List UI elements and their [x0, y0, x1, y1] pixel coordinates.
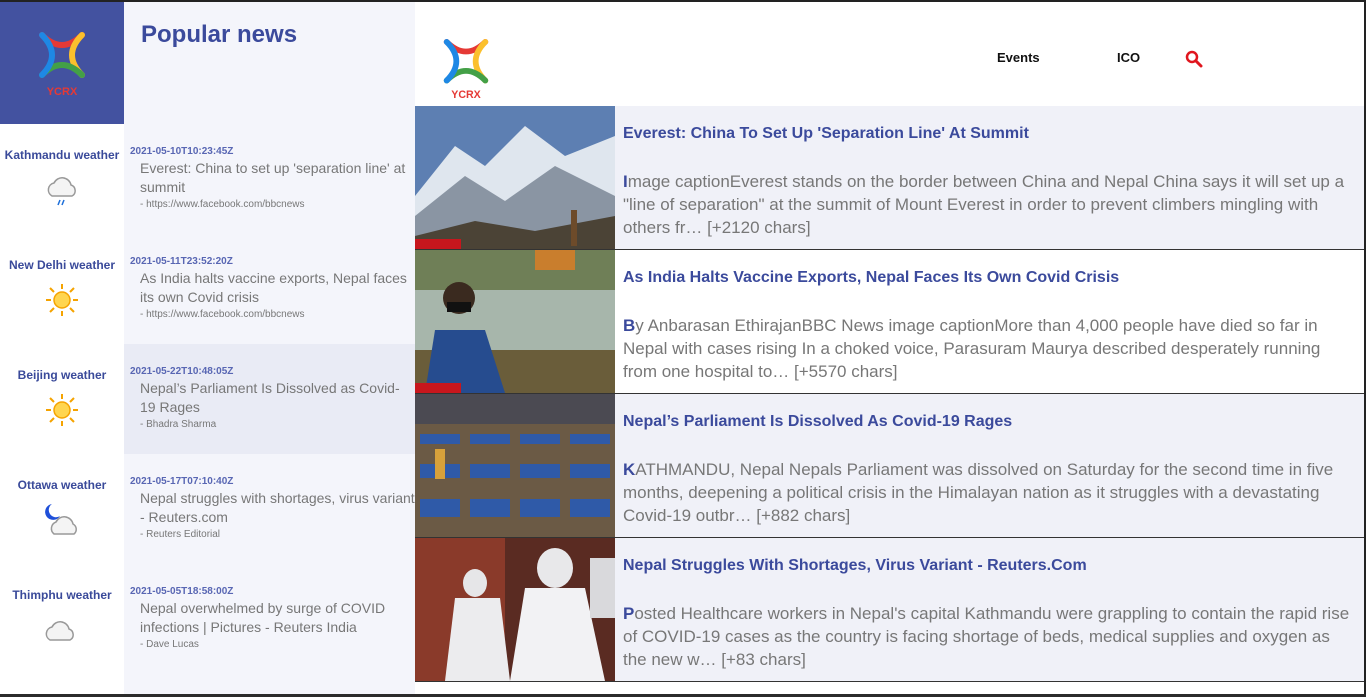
news-source: - Reuters Editorial: [140, 529, 221, 540]
popular-news-item[interactable]: 2021-05-11T23:52:20Z As India halts vacc…: [124, 234, 415, 344]
app-window: YCRX Kathmandu weather New Delhi weather: [0, 0, 1366, 694]
news-date: 2021-05-11T23:52:20Z: [130, 256, 233, 267]
weather-item-ottawa: Ottawa weather: [0, 454, 124, 564]
article-card[interactable]: Nepal Struggles With Shortages, Virus Va…: [415, 538, 1364, 682]
sun-icon: [46, 284, 78, 316]
weather-label: New Delhi weather: [8, 258, 116, 272]
ycrx-logo-icon: YCRX: [39, 32, 85, 98]
news-title[interactable]: Nepal overwhelmed by surge of COVID infe…: [140, 599, 415, 637]
popular-news-panel: Popular news 2021-05-10T10:23:45Z Everes…: [124, 2, 415, 694]
article-title[interactable]: Nepal’s Parliament Is Dissolved As Covid…: [623, 413, 1012, 431]
popular-news-heading: Popular news: [141, 21, 298, 48]
article-image[interactable]: [415, 106, 615, 249]
article-body-text: ATHMANDU, Nepal Nepals Parliament was di…: [623, 460, 1334, 525]
news-title[interactable]: Nepal struggles with shortages, virus va…: [140, 489, 415, 527]
weather-item-kathmandu: Kathmandu weather: [0, 124, 124, 234]
logo-wordmark: YCRX: [451, 89, 481, 101]
popular-news-item[interactable]: 2021-05-22T10:48:05Z Nepal’s Parliament …: [124, 344, 415, 454]
article-card[interactable]: As India Halts Vaccine Exports, Nepal Fa…: [415, 250, 1364, 394]
sun-icon: [46, 394, 78, 426]
news-date: 2021-05-17T07:10:40Z: [130, 476, 234, 487]
article-image[interactable]: [415, 538, 615, 681]
drop-letter: B: [623, 316, 636, 335]
news-source: - Bhadra Sharma: [140, 419, 217, 430]
weather-label: Kathmandu weather: [4, 148, 120, 162]
moon-cloud-icon: [45, 504, 77, 535]
article-card[interactable]: Everest: China To Set Up 'Separation Lin…: [415, 106, 1364, 250]
article-summary: By Anbarasan EthirajanBBC News image cap…: [623, 314, 1358, 383]
article-body-text: mage captionEverest stands on the border…: [623, 172, 1345, 237]
weather-label: Ottawa weather: [17, 478, 107, 492]
news-source: - Dave Lucas: [140, 639, 199, 650]
news-title[interactable]: Nepal’s Parliament Is Dissolved as Covid…: [140, 379, 415, 417]
nav-link-events[interactable]: Events: [997, 50, 1040, 65]
sidebar-logo[interactable]: YCRX: [0, 2, 124, 124]
main-content: YCRX Events ICO Everest: China To Set Up…: [415, 2, 1364, 694]
rain-cloud-icon: [47, 177, 76, 206]
ycrx-logo-icon[interactable]: YCRX: [437, 32, 495, 102]
logo-wordmark: YCRX: [47, 86, 78, 98]
top-navbar: YCRX Events ICO: [415, 2, 1364, 106]
weather-item-beijing: Beijing weather: [0, 344, 124, 454]
article-summary: Posted Healthcare workers in Nepal's cap…: [623, 602, 1358, 671]
weather-label: Thimphu weather: [12, 588, 112, 602]
nav-link-ico[interactable]: ICO: [1117, 50, 1140, 65]
article-title[interactable]: As India Halts Vaccine Exports, Nepal Fa…: [623, 269, 1119, 287]
article-title[interactable]: Everest: China To Set Up 'Separation Lin…: [623, 125, 1029, 143]
article-summary: Image captionEverest stands on the borde…: [623, 170, 1358, 239]
news-date: 2021-05-22T10:48:05Z: [130, 366, 234, 377]
popular-news-item[interactable]: 2021-05-05T18:58:00Z Nepal overwhelmed b…: [124, 564, 415, 674]
article-image[interactable]: [415, 250, 615, 393]
drop-letter: K: [623, 460, 636, 479]
popular-news-item[interactable]: 2021-05-10T10:23:45Z Everest: China to s…: [124, 124, 415, 234]
popular-news-item[interactable]: 2021-05-17T07:10:40Z Nepal struggles wit…: [124, 454, 415, 564]
weather-item-thimphu: Thimphu weather: [0, 564, 124, 674]
weather-label: Beijing weather: [17, 368, 107, 382]
search-icon[interactable]: [1185, 50, 1203, 68]
weather-item-new-delhi: New Delhi weather: [0, 234, 124, 344]
weather-sidebar: YCRX Kathmandu weather New Delhi weather: [0, 2, 124, 694]
article-summary: KATHMANDU, Nepal Nepals Parliament was d…: [623, 458, 1358, 527]
news-title[interactable]: Everest: China to set up 'separation lin…: [140, 159, 415, 197]
news-source: - https://www.facebook.com/bbcnews: [140, 309, 305, 320]
article-card[interactable]: Nepal’s Parliament Is Dissolved As Covid…: [415, 394, 1364, 538]
news-date: 2021-05-05T18:58:00Z: [130, 586, 234, 597]
article-body-text: osted Healthcare workers in Nepal's capi…: [623, 604, 1350, 669]
article-body-text: y Anbarasan EthirajanBBC News image capt…: [623, 316, 1321, 381]
drop-letter: P: [623, 604, 635, 623]
cloud-icon: [45, 621, 74, 641]
news-title[interactable]: As India halts vaccine exports, Nepal fa…: [140, 269, 415, 307]
news-date: 2021-05-10T10:23:45Z: [130, 146, 234, 157]
article-image[interactable]: [415, 394, 615, 537]
article-title[interactable]: Nepal Struggles With Shortages, Virus Va…: [623, 557, 1087, 575]
news-source: - https://www.facebook.com/bbcnews: [140, 199, 305, 210]
